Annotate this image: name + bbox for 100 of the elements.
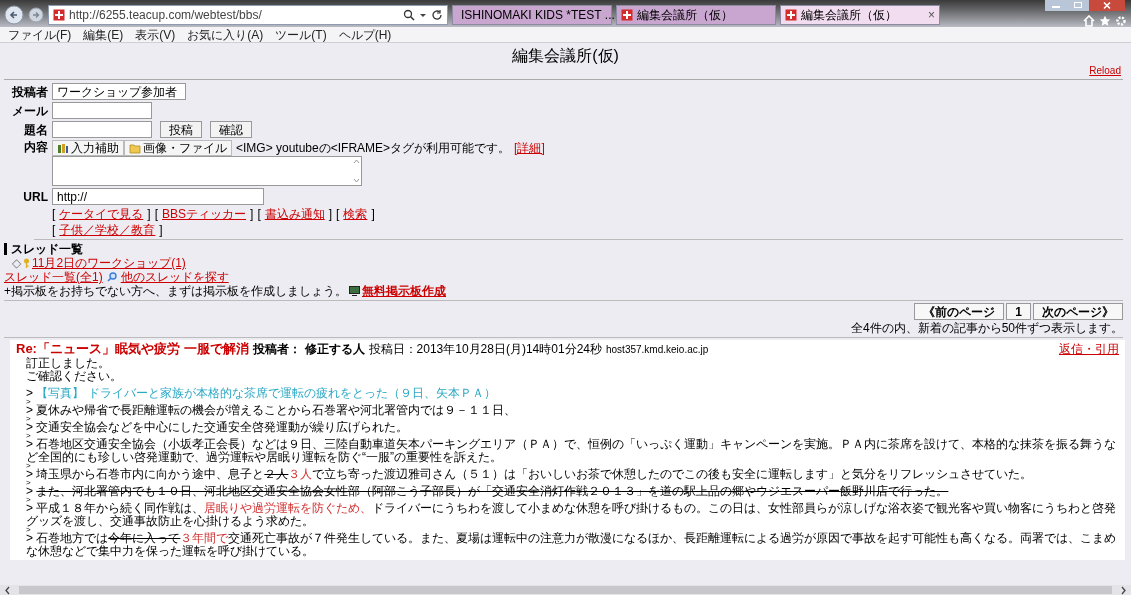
search-icon bbox=[106, 272, 117, 282]
reply-link[interactable]: 返信・引用 bbox=[1059, 342, 1119, 356]
post-line: > 交通安全協会などを中心にした交通安全啓発運動が繰り広げられた。 bbox=[26, 421, 410, 434]
scroll-left-icon[interactable] bbox=[4, 585, 11, 595]
forward-icon[interactable] bbox=[28, 7, 44, 23]
next-page-button[interactable]: 次のページ》 bbox=[1033, 303, 1123, 320]
field-label: 内容 bbox=[23, 140, 48, 154]
nav-link[interactable]: 書込み通知 bbox=[264, 207, 325, 221]
hint-text: <IMG> youtubeの<IFRAME>タグが利用可能です。 bbox=[236, 141, 511, 155]
star-icon[interactable] bbox=[1099, 15, 1111, 27]
toolbar-button[interactable]: 画像・ファイル bbox=[124, 140, 232, 156]
quote-mark: > bbox=[26, 417, 32, 421]
input-field[interactable] bbox=[52, 121, 152, 138]
page-number-button[interactable]: 1 bbox=[1006, 303, 1031, 320]
form-button[interactable]: 確認 bbox=[210, 121, 252, 138]
books-icon bbox=[57, 142, 69, 154]
post-line: > 石巻地区交通安全協会（小坂孝正会長）などは９日、三陸自動車道矢本パーキングエリア（ＰＡ）で、恒例の「いっぷく運動」キャンペーンを実施。ＰＡ内に茶席を設けて、本格的な抹茶を振る舞うなど全国的にも珍しい啓発運動で、過労運転や居眠り運転を防ぐ“一服”の重要性を訴えた。 bbox=[26, 438, 1118, 464]
input-field[interactable]: ワークショップ参加者 bbox=[52, 83, 186, 100]
author-label: 投稿者： bbox=[252, 342, 301, 356]
browser-tab[interactable]: 編集会議所（仮） × bbox=[780, 5, 940, 25]
monitor-icon bbox=[349, 286, 360, 296]
menu-item[interactable]: ツール(T) bbox=[275, 27, 327, 42]
form-button[interactable]: 投稿 bbox=[160, 121, 202, 138]
bracket: ] bbox=[250, 207, 254, 221]
browser-tab[interactable]: ISHINOMAKI KIDS *TEST ... bbox=[452, 5, 612, 25]
toolbar-button[interactable]: 入力補助 bbox=[52, 140, 124, 156]
url-field[interactable]: http:// bbox=[52, 188, 264, 205]
post-line: > 埼玉県から石巻市内に向かう途中、息子と ２人 ３人で立ち寄った渡辺雅司さん（５１）は「おいしいお茶で休憩したのでこの後も安全に運転します」と気分をリフレッシュさせていた。 bbox=[26, 468, 1034, 481]
previous-page-button[interactable]: 《前のページ bbox=[914, 303, 1005, 320]
bracket: [ bbox=[257, 207, 261, 221]
field-label: URL bbox=[22, 189, 48, 204]
post-line: > また、河北署管内でも１０日、河北地区交通安全協会女性部（阿部こう子部長）が「交通安全消灯作戦２０１３」を道の駅上品の郷やウジエスーパー飯野川店で行った。 bbox=[26, 485, 950, 498]
reload-link[interactable]: Reload bbox=[1089, 65, 1121, 77]
bracket: [ bbox=[336, 207, 340, 221]
heading-bar bbox=[4, 243, 7, 255]
close-icon[interactable] bbox=[1089, 0, 1125, 11]
nav-link[interactable]: ケータイで見る bbox=[59, 207, 144, 221]
menu-item[interactable]: 表示(V) bbox=[135, 27, 176, 42]
scrollbar-drawing bbox=[352, 157, 361, 185]
results-summary: 全4件の内、新着の記事から50件ずつ表示します。 bbox=[850, 321, 1123, 335]
bracket: ] bbox=[371, 207, 375, 221]
home-icon[interactable] bbox=[1083, 15, 1095, 27]
nav-link[interactable]: BBSティッカー bbox=[162, 207, 247, 221]
site-icon bbox=[53, 9, 65, 21]
field-label: メール bbox=[11, 103, 48, 118]
text-area[interactable] bbox=[52, 156, 362, 186]
settings-icon[interactable] bbox=[1115, 15, 1127, 27]
post-line: 訂正しました。 bbox=[26, 357, 111, 370]
page-title: 編集会議所(仮) bbox=[512, 46, 619, 65]
find-threads-link[interactable]: 他のスレッドを探す bbox=[120, 270, 229, 284]
bracket: ] bbox=[147, 207, 151, 221]
post-line: ご確認ください。 bbox=[26, 370, 123, 383]
key-icon bbox=[23, 257, 30, 269]
promo-text: +掲示板をお持ちでない方へ、まずは掲示板を作成しましょう。 bbox=[4, 284, 347, 298]
post-date: 投稿日：2013年10月28日(月)14時01分24秒 bbox=[368, 342, 602, 356]
search-icon[interactable] bbox=[403, 9, 415, 21]
section-heading: スレッド一覧 bbox=[11, 242, 83, 256]
menu-item[interactable]: お気に入り(A) bbox=[187, 27, 264, 42]
close-tab-button[interactable]: × bbox=[928, 6, 935, 24]
browser-tab[interactable]: 編集会議所（仮） bbox=[616, 5, 776, 25]
site-icon bbox=[785, 9, 797, 21]
refresh-icon[interactable] bbox=[431, 9, 443, 21]
site-icon bbox=[621, 9, 633, 21]
quote-mark: > bbox=[26, 528, 31, 532]
nav-link[interactable]: 子供／学校／教育 bbox=[59, 223, 156, 237]
thread-list-link[interactable]: スレッド一覧(全1) bbox=[4, 270, 103, 284]
menu-item[interactable]: ファイル(F) bbox=[8, 27, 72, 42]
quote-mark: > bbox=[26, 464, 32, 468]
post-line: > 平成１８年から続く同作戦は、居眠りや過労運転を防ぐため、ドライバーにうちわを渡して小まめな休憩を呼び掛けるもの。この日は、女性部員らが涼しげな浴衣姿で観光客や買い物客にうちわと啓発グッズを渡し、交通事故防止を心掛けるよう求めた。 bbox=[26, 502, 1118, 528]
back-icon[interactable] bbox=[4, 5, 24, 25]
folder-icon bbox=[129, 142, 141, 154]
thread-link[interactable]: 11月2日のワークショップ(1) bbox=[32, 256, 186, 270]
quote-mark: > bbox=[26, 400, 32, 404]
post-line: > 【写真】 ドライバーと家族が本格的な茶席で運転の疲れをとった（９日、矢本ＰＡ） bbox=[26, 387, 497, 400]
horizontal-scrollbar[interactable] bbox=[0, 585, 1131, 595]
field-label: 投稿者 bbox=[11, 84, 48, 99]
author-name: 修正する人 bbox=[304, 342, 365, 356]
nav-link[interactable]: 検索 bbox=[343, 207, 368, 221]
post-title: Re:「ニュース」眠気や疲労 一服で解消 bbox=[16, 341, 249, 356]
menu-item[interactable]: 編集(E) bbox=[83, 27, 124, 42]
post-line: > 石巻地方では今年に入って ３年間で交通死亡事故が７件発生している。また、夏場は運転中の注意力が散漫になるほか、長距離運転による過労が原因で事故を起す可能性も高くなる。両署では、こまめな休憩などで集中力を保った運転を呼び掛けている。 bbox=[26, 532, 1118, 558]
quote-mark: > bbox=[26, 481, 32, 485]
input-field[interactable] bbox=[52, 102, 152, 119]
bracket: ] bbox=[159, 223, 163, 237]
bracket: ] bbox=[328, 207, 333, 221]
bracket: [ bbox=[154, 207, 159, 221]
scroll-right-icon[interactable] bbox=[1120, 585, 1127, 595]
details-link[interactable]: [詳細] bbox=[514, 141, 545, 155]
bracket: [ bbox=[52, 207, 56, 221]
menu-item[interactable]: ヘルプ(H) bbox=[338, 27, 392, 42]
quote-mark: > bbox=[26, 498, 32, 502]
bracket: [ bbox=[52, 223, 56, 237]
post-host: host357.kmd.keio.ac.jp bbox=[606, 343, 709, 357]
quote-mark: > bbox=[26, 434, 32, 438]
post-line: > 夏休みや帰省で長距離運転の機会が増えることから石巻署や河北署管内では９－１１日、 bbox=[26, 404, 518, 417]
field-label: 題名 bbox=[23, 122, 48, 137]
create-board-link[interactable]: 無料掲示板作成 bbox=[362, 284, 446, 298]
address-bar[interactable]: http://6255.teacup.com/webtest/bbs/ bbox=[48, 5, 448, 25]
bullet: ◇ bbox=[12, 256, 21, 270]
scrollbar-thumb[interactable] bbox=[19, 586, 1112, 594]
